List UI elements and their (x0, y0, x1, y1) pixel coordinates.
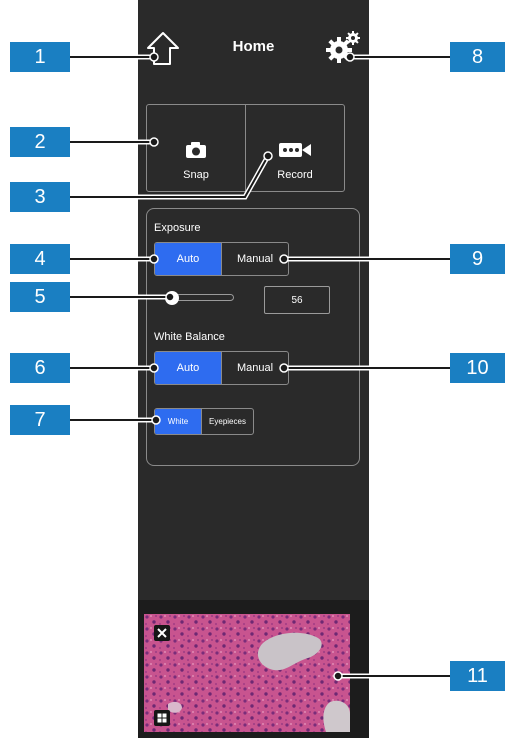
callout-2: 2 (10, 127, 70, 157)
callout-4: 4 (10, 244, 70, 274)
callout-5: 5 (10, 282, 70, 312)
callout-7: 7 (10, 405, 70, 435)
callout-11: 11 (450, 661, 505, 691)
callout-9: 9 (450, 244, 505, 274)
callout-leader-lines (70, 52, 450, 681)
callout-6: 6 (10, 353, 70, 383)
callout-10: 10 (450, 353, 505, 383)
callout-1: 1 (10, 42, 70, 72)
callout-8: 8 (450, 42, 505, 72)
callout-3: 3 (10, 182, 70, 212)
